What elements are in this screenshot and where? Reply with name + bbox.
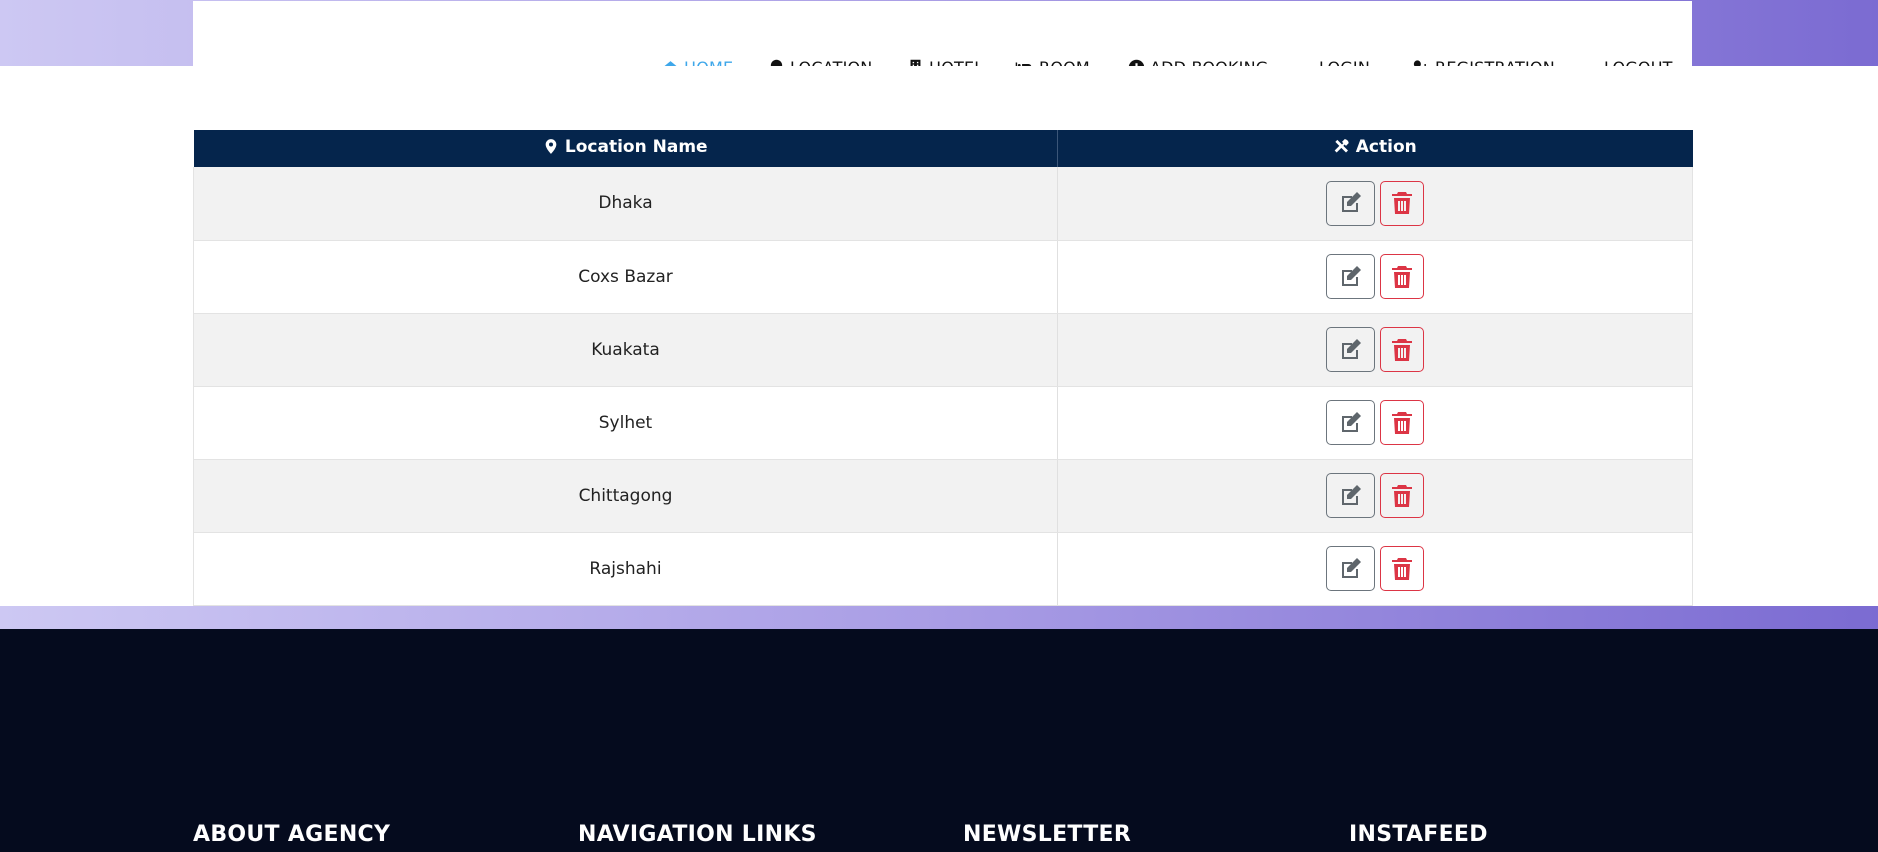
edit-icon [1341, 265, 1361, 286]
trash-icon [1392, 192, 1412, 215]
action-cell [1057, 459, 1693, 533]
divider-gradient-bar [0, 606, 1878, 629]
edit-button[interactable] [1326, 473, 1375, 518]
trash-icon [1392, 265, 1412, 288]
location-name-cell: Sylhet [193, 386, 1058, 460]
location-name-cell: Chittagong [193, 459, 1058, 533]
edit-button[interactable] [1326, 546, 1375, 591]
edit-icon [1341, 411, 1361, 432]
footer-heading-navigation: NAVIGATION LINKS [578, 822, 817, 847]
delete-button[interactable] [1380, 180, 1424, 226]
column-header-location: Location Name [193, 130, 1058, 167]
trash-icon [1392, 484, 1412, 507]
action-cell [1057, 167, 1693, 241]
column-header-action-label: Action [1355, 136, 1417, 157]
footer-heading-instafeed: INSTAFEED [1349, 822, 1488, 847]
table-row: Chittagong [193, 459, 1693, 533]
main-nav: HOME LOCATION HOTEL ROOM ADD BOOKING LOG… [193, 1, 1692, 77]
footer-heading-newsletter: NEWSLETTER [963, 822, 1132, 847]
edit-button[interactable] [1326, 254, 1375, 299]
edit-button[interactable] [1326, 180, 1375, 226]
action-cell [1057, 386, 1693, 460]
edit-icon [1341, 338, 1361, 359]
site-header: HOME LOCATION HOTEL ROOM ADD BOOKING LOG… [193, 1, 1692, 77]
trash-icon [1392, 411, 1412, 434]
trash-icon [1392, 557, 1412, 580]
site-footer: ABOUT AGENCY NAVIGATION LINKS NEWSLETTER… [0, 629, 1878, 852]
delete-button[interactable] [1380, 546, 1424, 591]
footer-heading-about: ABOUT AGENCY [193, 822, 391, 847]
edit-icon [1341, 557, 1361, 578]
delete-button[interactable] [1380, 254, 1424, 299]
action-cell [1057, 532, 1693, 606]
table-row: Dhaka [193, 167, 1693, 241]
location-name-cell: Coxs Bazar [193, 240, 1058, 314]
table-row: Coxs Bazar [193, 240, 1693, 314]
table-header-row: Location Name Action [193, 130, 1693, 167]
locations-table: Location Name Action Dhaka Coxs Bazar Ku… [193, 130, 1693, 606]
tools-icon [1334, 139, 1349, 153]
delete-button[interactable] [1380, 400, 1424, 445]
edit-icon [1341, 192, 1361, 213]
action-cell [1057, 313, 1693, 387]
edit-button[interactable] [1326, 327, 1375, 372]
delete-button[interactable] [1380, 327, 1424, 372]
table-row: Rajshahi [193, 532, 1693, 606]
location-name-cell: Rajshahi [193, 532, 1058, 606]
table-row: Sylhet [193, 386, 1693, 460]
edit-icon [1341, 484, 1361, 505]
table-row: Kuakata [193, 313, 1693, 387]
map-marker-icon [545, 139, 557, 155]
delete-button[interactable] [1380, 473, 1424, 518]
location-name-cell: Kuakata [193, 313, 1058, 387]
location-name-cell: Dhaka [193, 167, 1058, 241]
column-header-location-label: Location Name [564, 136, 708, 157]
trash-icon [1392, 338, 1412, 361]
edit-button[interactable] [1326, 400, 1375, 445]
column-header-action: Action [1057, 130, 1693, 167]
action-cell [1057, 240, 1693, 314]
